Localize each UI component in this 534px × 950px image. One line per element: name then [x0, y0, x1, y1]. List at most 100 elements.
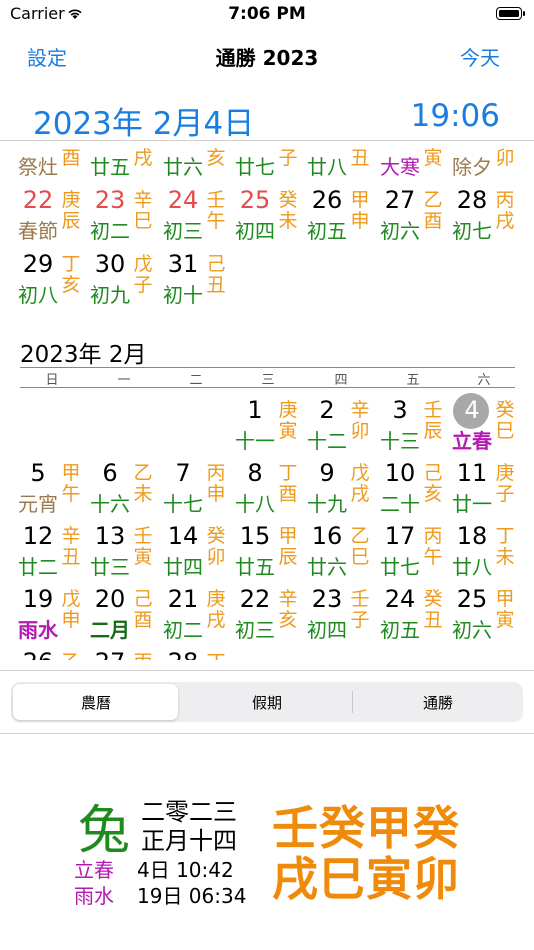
- ganzhi-label: 癸巳: [495, 399, 515, 442]
- battery-cap: [523, 11, 525, 16]
- day-cell[interactable]: 27丙辰: [88, 648, 160, 660]
- weekday-thu: 四: [334, 373, 348, 388]
- solar-term-name: 雨水: [74, 884, 114, 908]
- day-cell[interactable]: 21 初二 庚戌: [161, 585, 233, 647]
- lunar-label: 祭灶: [18, 155, 58, 179]
- lunar-label: 初十: [163, 283, 203, 307]
- day-cell[interactable]: 24 初五 癸丑: [378, 585, 450, 647]
- day-number: 12: [22, 522, 54, 550]
- lunar-label: 廿二: [18, 555, 58, 579]
- ganzhi-label: 丁亥: [61, 253, 81, 296]
- lunar-label: 初三: [235, 618, 275, 642]
- day-number: 1: [247, 396, 263, 424]
- day-cell[interactable]: 15 廿五 甲辰: [233, 522, 305, 584]
- nav-bar: 設定 通勝 2023 今天: [0, 30, 534, 80]
- segment-holidays[interactable]: 假期: [182, 692, 352, 713]
- ganzhi-label: 甲午: [61, 462, 81, 505]
- day-cell[interactable]: 5 元宵 甲午: [16, 459, 88, 521]
- day-cell[interactable]: 23 初二 辛巳: [88, 186, 160, 248]
- day-number: 6: [102, 459, 118, 487]
- day-number: 27: [88, 648, 132, 660]
- ganzhi-label: 丙午: [423, 525, 443, 568]
- ganzhi-label: 甲寅: [495, 588, 515, 631]
- day-number: 23: [311, 585, 343, 613]
- day-cell[interactable]: 29 初八 丁亥: [16, 250, 88, 312]
- day-number: 8: [247, 459, 263, 487]
- day-cell[interactable]: 14 廿四 癸卯: [161, 522, 233, 584]
- lunar-label: 廿五: [235, 555, 275, 579]
- day-cell[interactable]: 10 二十 己亥: [378, 459, 450, 521]
- day-number: 25: [239, 186, 271, 214]
- lunar-label: 廿四: [163, 555, 203, 579]
- day-cell-selected[interactable]: 4 立春 癸巳: [450, 393, 522, 458]
- status-time: 7:06 PM: [228, 4, 306, 24]
- lunar-label: 十一: [235, 429, 275, 453]
- day-cell[interactable]: 27 初六 乙酉: [378, 186, 450, 248]
- day-cell[interactable]: 2 十二 辛卯: [305, 396, 377, 458]
- day-cell[interactable]: 1 十一 庚寅: [233, 396, 305, 458]
- day-cell[interactable]: 24 初三 壬午: [161, 186, 233, 248]
- day-number: 20: [94, 585, 126, 613]
- day-cell[interactable]: 12 廿二 辛丑: [16, 522, 88, 584]
- ganzhi-label: 辛卯: [350, 399, 370, 442]
- day-cell[interactable]: 31 初十 己丑: [161, 250, 233, 312]
- lunar-label: 二十: [380, 492, 420, 516]
- day-cell[interactable]: 25 初六 甲寅: [450, 585, 522, 647]
- day-cell[interactable]: 13 廿三 壬寅: [88, 522, 160, 584]
- day-number: 22: [239, 585, 271, 613]
- day-cell[interactable]: 20 二月 己酉: [88, 585, 160, 647]
- lunar-label: 初四: [235, 219, 275, 243]
- lunar-label: 廿七: [380, 555, 420, 579]
- solar-term-info: 4日 10:42: [137, 858, 234, 882]
- day-cell[interactable]: 28 初七 丙戌: [450, 186, 522, 248]
- day-cell[interactable]: 23 初四 壬子: [305, 585, 377, 647]
- lunar-date: 正月十四: [141, 827, 237, 855]
- day-cell[interactable]: 16 廿六 乙巳: [305, 522, 377, 584]
- day-number: 25: [456, 585, 488, 613]
- segment-almanac[interactable]: 通勝: [353, 692, 523, 713]
- battery-icon: [496, 7, 522, 20]
- today-button[interactable]: 今天: [460, 42, 500, 71]
- ganzhi-label: 癸未: [278, 189, 298, 232]
- day-number: 4: [464, 396, 480, 424]
- lunar-label: 廿八: [307, 155, 347, 179]
- day-cell[interactable]: 9 十九 戊戌: [305, 459, 377, 521]
- divider: [0, 670, 534, 671]
- day-number: 15: [239, 522, 271, 550]
- segment-lunar[interactable]: 農曆: [11, 692, 181, 713]
- lunar-label: 初二: [90, 219, 130, 243]
- ganzhi-label: 乙卯: [60, 652, 82, 661]
- lunar-label: 十三: [380, 429, 420, 453]
- lunar-label: 廿三: [90, 555, 130, 579]
- day-cell[interactable]: 26 初五 甲申: [305, 186, 377, 248]
- day-cell[interactable]: 7 十七 丙申: [161, 459, 233, 521]
- lunar-label: 初六: [380, 219, 420, 243]
- weekday-fri: 五: [406, 373, 420, 388]
- day-number: 13: [94, 522, 126, 550]
- day-number: 26: [311, 186, 343, 214]
- day-cell[interactable]: 19 雨水 戊申: [16, 585, 88, 647]
- day-cell[interactable]: 28丁巳: [161, 648, 233, 660]
- day-cell[interactable]: 30 初九 戊子: [88, 250, 160, 312]
- ganzhi-label: 戊子: [133, 253, 153, 296]
- lunar-label: 十七: [163, 492, 203, 516]
- day-cell[interactable]: 26乙卯: [16, 648, 88, 660]
- weekday-sat: 六: [477, 373, 491, 388]
- day-number: 18: [456, 522, 488, 550]
- day-cell[interactable]: 22 初三 辛亥: [233, 585, 305, 647]
- day-cell[interactable]: 22 春節 庚辰: [16, 186, 88, 248]
- day-cell[interactable]: 3 十三 壬辰: [378, 396, 450, 458]
- day-cell[interactable]: 25 初四 癸未: [233, 186, 305, 248]
- lunar-label: 廿七: [235, 155, 275, 179]
- ganzhi-label: 戊戌: [350, 462, 370, 505]
- day-cell[interactable]: 18 廿八 丁未: [450, 522, 522, 584]
- lunar-label: 初五: [307, 219, 347, 243]
- solar-term-name: 立春: [74, 858, 114, 882]
- day-cell[interactable]: 17 廿七 丙午: [378, 522, 450, 584]
- day-cell[interactable]: 8 十八 丁酉: [233, 459, 305, 521]
- day-cell[interactable]: 11 廿一 庚子: [450, 459, 522, 521]
- day-number: 27: [384, 186, 416, 214]
- day-number: 30: [94, 250, 126, 278]
- day-cell[interactable]: 6 十六 乙未: [88, 459, 160, 521]
- day-number: 2: [319, 396, 335, 424]
